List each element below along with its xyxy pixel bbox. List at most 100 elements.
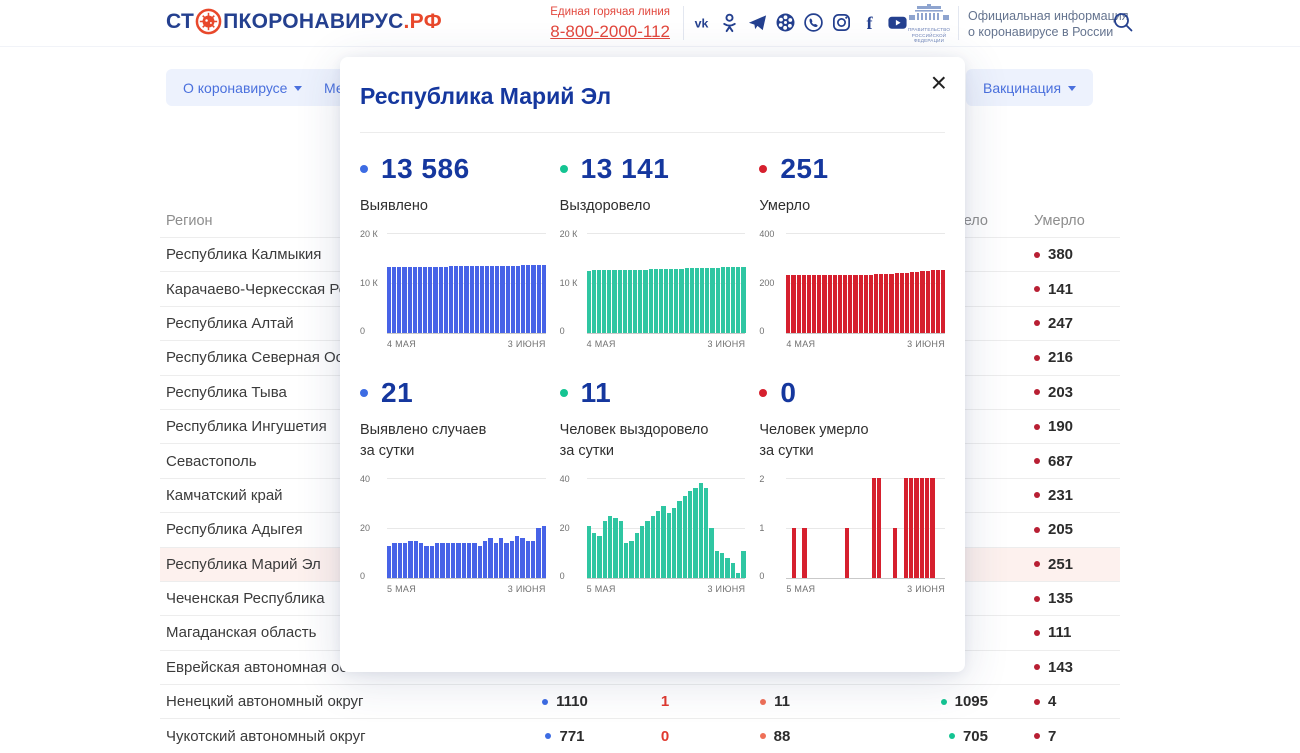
bar: [526, 541, 530, 579]
bar: [679, 269, 683, 333]
bar: [828, 275, 832, 333]
bar: [672, 508, 676, 578]
table-row[interactable]: Ненецкий автономный округ111011110954: [160, 684, 1120, 718]
column-header-died[interactable]: Умерло: [1010, 213, 1120, 229]
bar: [510, 541, 514, 579]
value-cell: 687: [1010, 453, 1120, 470]
bar: [633, 270, 637, 333]
bar: [613, 518, 617, 578]
bar: [414, 541, 418, 579]
bar: [623, 270, 627, 333]
value-cell: 771: [505, 728, 625, 745]
tab-vaccination[interactable]: Вакцинация: [966, 69, 1093, 106]
stat-label: Выявлено случаев за сутки: [360, 420, 546, 462]
bar: [688, 491, 692, 579]
search-icon[interactable]: [1112, 11, 1134, 33]
y-axis-tick: 400: [759, 229, 774, 239]
tab-about-coronavirus[interactable]: О коронавирусе: [166, 69, 319, 106]
bar: [506, 266, 510, 333]
bar: [900, 273, 904, 333]
viber-icon[interactable]: [803, 12, 824, 33]
svg-text:vk: vk: [695, 16, 709, 30]
logo-text-prefix: СТ: [166, 10, 194, 34]
government-emblem[interactable]: ПРАВИТЕЛЬСТВО РОССИЙСКОЙ ФЕДЕРАЦИИ: [903, 4, 955, 44]
value-cell: 1095: [845, 693, 1010, 710]
cumulative-charts-row: 20 К10 К0 4 МАЯ3 ИЮНЯ 20 К10 К0 4 МАЯ3 И…: [340, 233, 965, 349]
status-dot: [1034, 733, 1040, 739]
bar: [864, 275, 868, 334]
status-dot: [1034, 252, 1040, 258]
bar: [449, 266, 453, 333]
bar: [877, 478, 881, 578]
table-row[interactable]: Чукотский автономный округ7710887057: [160, 718, 1120, 752]
status-dot: [1034, 664, 1040, 670]
status-dot: [760, 699, 766, 705]
bar: [659, 269, 663, 333]
bar: [741, 551, 745, 579]
status-dot: [1034, 424, 1040, 430]
bar: [629, 541, 633, 579]
close-icon[interactable]: ×: [927, 65, 951, 101]
y-axis-tick: 2: [759, 474, 764, 484]
status-dot: [941, 699, 947, 705]
x-axis-start-label: 4 МАЯ: [387, 339, 416, 349]
bar: [715, 551, 719, 579]
value-cell: 251: [1010, 556, 1120, 573]
value-cell: 247: [1010, 315, 1120, 332]
bar: [462, 543, 466, 578]
bar: [397, 267, 401, 333]
y-axis-tick: 0: [560, 326, 565, 336]
bar: [531, 265, 535, 333]
stat-value: 13 141: [581, 153, 670, 185]
status-dot: [759, 165, 767, 173]
official-info: Официальная информация о коронавирусе в …: [968, 9, 1129, 40]
bar: [848, 275, 852, 334]
value-cell: 203: [1010, 384, 1120, 401]
value-cell: 88: [705, 728, 845, 745]
bar: [423, 267, 427, 333]
bar: [504, 543, 508, 578]
hotline-phone-link[interactable]: 8-800-2000-112: [530, 21, 670, 44]
logo-text-middle: ПКОРОНАВИРУС: [223, 10, 403, 34]
facebook-icon[interactable]: f: [859, 12, 880, 33]
bar: [869, 275, 873, 334]
bar: [695, 268, 699, 333]
bar: [710, 268, 714, 333]
x-axis-start-label: 5 МАЯ: [587, 584, 616, 594]
bar: [499, 538, 503, 578]
bar: [470, 266, 474, 333]
value-cell: 4: [1010, 693, 1120, 710]
divider: [360, 132, 945, 133]
bar: [807, 275, 811, 333]
y-axis-tick: 10 К: [560, 278, 578, 288]
region-detail-modal: × Республика Марий Эл 13 586 Выявлено 13…: [340, 57, 965, 672]
bar: [485, 266, 489, 333]
bar: [587, 271, 591, 333]
bar: [741, 267, 745, 333]
y-axis-tick: 0: [360, 326, 365, 336]
telegram-icon[interactable]: [747, 12, 768, 33]
vk-icon[interactable]: vk: [691, 12, 712, 33]
bar: [651, 516, 655, 579]
bar: [592, 270, 596, 333]
bar: [612, 270, 616, 333]
bar: [597, 270, 601, 333]
virus-icon: [195, 8, 222, 35]
site-logo[interactable]: СТ ПКОРОНАВИРУС .РФ: [166, 8, 442, 35]
bar: [802, 275, 806, 333]
bar: [480, 266, 484, 333]
bar: [413, 267, 417, 333]
bar: [920, 478, 924, 578]
value-cell: 0: [625, 728, 705, 745]
value-cell: 1110: [505, 693, 625, 710]
bar: [914, 478, 918, 578]
bar: [926, 271, 930, 333]
film-reel-icon[interactable]: [775, 12, 796, 33]
stat-recovered-total: 13 141 Выздоровело: [560, 153, 746, 217]
bar: [786, 275, 790, 333]
tab-label: Вакцинация: [983, 80, 1061, 96]
bar: [736, 573, 740, 578]
instagram-icon[interactable]: [831, 12, 852, 33]
x-axis-end-label: 3 ИЮНЯ: [707, 339, 745, 349]
ok-icon[interactable]: [719, 12, 740, 33]
